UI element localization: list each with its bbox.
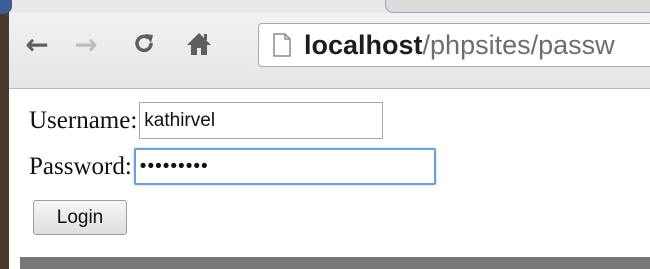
- login-form: Username: Password: Login: [9, 90, 650, 255]
- address-bar[interactable]: localhost/phpsites/passw: [258, 23, 650, 67]
- username-label: Username:: [29, 106, 138, 134]
- username-input[interactable]: [139, 102, 384, 139]
- password-row: Password:: [29, 148, 436, 185]
- arrow-right-icon: →: [74, 27, 98, 61]
- username-row: Username:: [29, 102, 384, 139]
- login-button[interactable]: Login: [33, 200, 127, 235]
- browser-tab[interactable]: [385, 0, 650, 13]
- password-input[interactable]: [133, 148, 436, 185]
- password-label: Password:: [29, 152, 132, 180]
- back-button[interactable]: ←: [21, 27, 53, 61]
- home-button[interactable]: [183, 27, 215, 61]
- home-icon: [187, 33, 211, 55]
- url-path: /phpsites/passw: [422, 29, 615, 60]
- reload-button[interactable]: [128, 27, 160, 61]
- bottom-divider: [20, 257, 650, 269]
- arrow-left-icon: ←: [25, 27, 49, 61]
- page-icon: [273, 33, 291, 57]
- forward-button[interactable]: →: [70, 27, 102, 61]
- reload-icon: [135, 34, 153, 53]
- url-host: localhost: [304, 29, 423, 60]
- window-left-edge: [0, 0, 9, 269]
